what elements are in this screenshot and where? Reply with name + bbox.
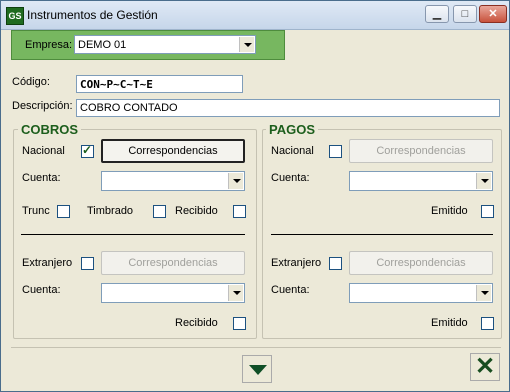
pagos-extranjero-label: Extranjero	[271, 257, 322, 269]
pagos-cuenta2-select[interactable]	[349, 283, 493, 303]
close-icon: ✕	[488, 8, 498, 20]
cobros-cuenta2-select[interactable]	[101, 283, 245, 303]
cobros-recibido2-checkbox[interactable]	[233, 317, 246, 330]
pagos-correspondencias2-button[interactable]: Correspondencias	[349, 251, 493, 275]
pagos-correspondencias-button[interactable]: Correspondencias	[349, 139, 493, 163]
trunc-label: Trunc	[22, 205, 50, 217]
pagos-nacional-checkbox[interactable]	[329, 145, 342, 158]
descripcion-field[interactable]: COBRO CONTADO	[76, 99, 500, 117]
empresa-label: Empresa:	[25, 39, 73, 51]
trunc-checkbox[interactable]	[57, 205, 70, 218]
pagos-cuenta2-label: Cuenta:	[271, 284, 310, 296]
cobros-recibido-checkbox[interactable]	[233, 205, 246, 218]
close-x-icon: ✕	[474, 353, 496, 380]
cobros-title: COBROS	[18, 122, 82, 137]
pagos-title: PAGOS	[266, 122, 318, 137]
pagos-emitido2-label: Emitido	[431, 317, 468, 329]
descripcion-value: COBRO CONTADO	[80, 102, 178, 114]
codigo-value: CON~P~C~T~E	[80, 78, 153, 91]
chevron-down-icon[interactable]	[228, 173, 243, 189]
pagos-emitido2-checkbox[interactable]	[481, 317, 494, 330]
next-button[interactable]	[242, 355, 272, 383]
minimize-button[interactable]: ▁	[425, 5, 449, 23]
cobros-extranjero-label: Extranjero	[22, 257, 73, 269]
cobros-recibido2-label: Recibido	[175, 317, 218, 329]
down-arrow-icon	[249, 365, 267, 375]
cancel-button[interactable]: ✕	[470, 353, 500, 381]
descripcion-label: Descripción:	[12, 100, 73, 112]
chevron-down-icon[interactable]	[239, 37, 254, 52]
maximize-icon: □	[461, 8, 469, 20]
main-window: GS Instrumentos de Gestión ▁ □ ✕ Empresa…	[0, 0, 510, 392]
timbrado-label: Timbrado	[87, 205, 134, 217]
cobros-nacional-label: Nacional	[22, 145, 65, 157]
maximize-button[interactable]: □	[453, 5, 477, 23]
chevron-down-icon[interactable]	[476, 285, 491, 301]
cobros-cuenta2-label: Cuenta:	[22, 284, 61, 296]
chevron-down-icon[interactable]	[476, 173, 491, 189]
pagos-emitido-checkbox[interactable]	[481, 205, 494, 218]
codigo-field[interactable]: CON~P~C~T~E	[76, 75, 243, 93]
cobros-recibido-label: Recibido	[175, 205, 218, 217]
cobros-divider	[21, 234, 245, 235]
empresa-value: DEMO 01	[78, 39, 127, 51]
empresa-select[interactable]: DEMO 01	[74, 35, 256, 54]
pagos-extranjero-checkbox[interactable]	[329, 257, 342, 270]
cobros-correspondencias2-button[interactable]: Correspondencias	[101, 251, 245, 275]
footer-divider	[11, 347, 501, 348]
minimize-icon: ▁	[432, 8, 442, 20]
pagos-cuenta-select[interactable]	[349, 171, 493, 191]
window-title: Instrumentos de Gestión	[27, 8, 158, 22]
cobros-cuenta-label: Cuenta:	[22, 172, 61, 184]
title-bar[interactable]: GS Instrumentos de Gestión ▁ □ ✕	[1, 1, 509, 30]
codigo-label: Código:	[12, 76, 50, 88]
cobros-nacional-checkbox[interactable]	[81, 143, 94, 158]
chevron-down-icon[interactable]	[228, 285, 243, 301]
cobros-cuenta-select[interactable]	[101, 171, 245, 191]
pagos-emitido-label: Emitido	[431, 205, 468, 217]
app-icon: GS	[6, 7, 24, 25]
pagos-divider	[271, 234, 493, 235]
cobros-extranjero-checkbox[interactable]	[81, 257, 94, 270]
empresa-panel: Empresa: DEMO 01	[11, 30, 285, 60]
timbrado-checkbox[interactable]	[153, 205, 166, 218]
close-window-button[interactable]: ✕	[479, 5, 507, 23]
cobros-correspondencias-button[interactable]: Correspondencias	[101, 139, 245, 163]
pagos-nacional-label: Nacional	[271, 145, 314, 157]
pagos-cuenta-label: Cuenta:	[271, 172, 310, 184]
